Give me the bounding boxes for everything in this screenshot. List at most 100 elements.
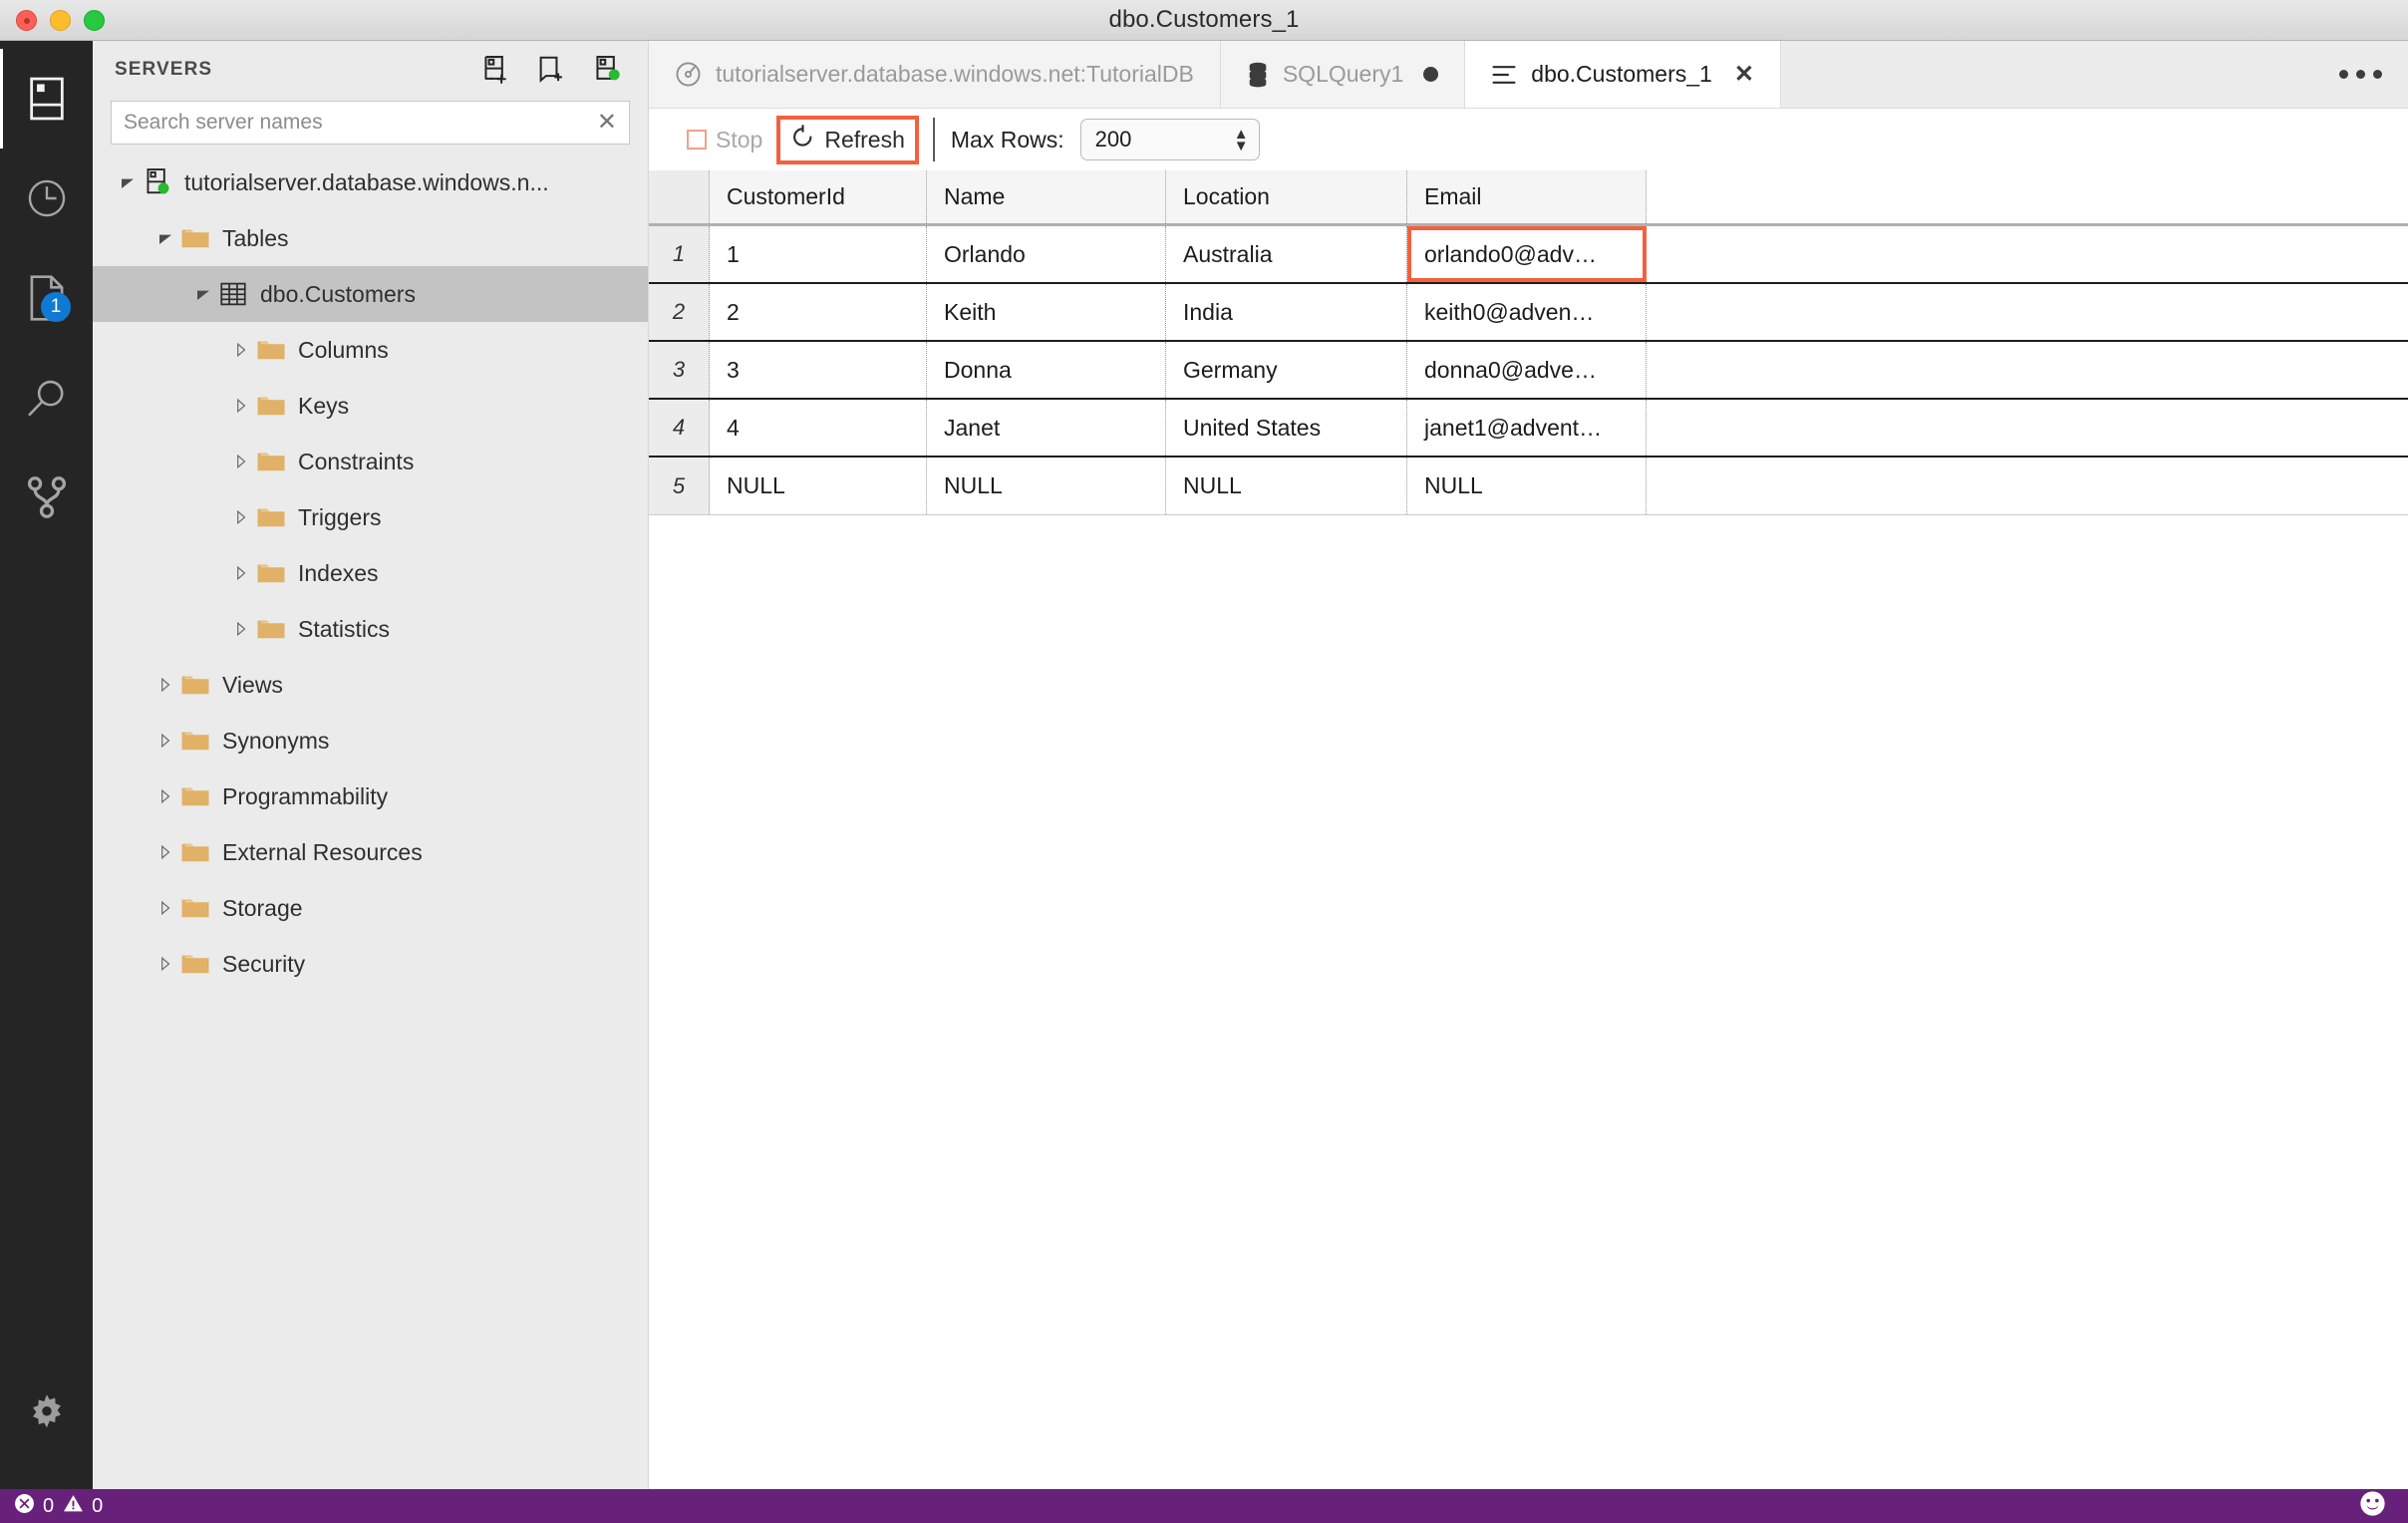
tree-item-synonyms[interactable]: Synonyms (93, 713, 648, 768)
table-row[interactable]: 4 4 Janet United States janet1@advent… (649, 400, 2408, 457)
tree-item-constraints[interactable]: Constraints (93, 434, 648, 489)
chevron-down-icon[interactable] (115, 174, 141, 190)
status-right (2359, 1490, 2408, 1523)
grid-cell[interactable]: Germany (1166, 342, 1407, 398)
chevron-down-icon[interactable] (152, 230, 178, 246)
tree-item-label: Security (222, 950, 306, 977)
warning-status[interactable]: 0 (63, 1493, 103, 1520)
tab-label: dbo.Customers_1 (1531, 61, 1712, 87)
chevron-right-icon[interactable] (228, 342, 254, 358)
grid-cell[interactable]: India (1166, 284, 1407, 340)
more-actions-icon[interactable] (2339, 70, 2382, 79)
refresh-button[interactable]: Refresh (776, 115, 919, 164)
grid-cell[interactable]: 3 (710, 342, 927, 398)
grid-cell[interactable]: NULL (1166, 457, 1407, 514)
grid-cell[interactable]: Janet (927, 400, 1166, 456)
tree-item-statistics[interactable]: Statistics (93, 601, 648, 657)
stop-icon (687, 130, 707, 150)
chevron-right-icon[interactable] (152, 900, 178, 916)
folder-icon (254, 561, 288, 585)
column-header-name[interactable]: Name (927, 170, 1166, 223)
grid-cell[interactable]: NULL (710, 457, 927, 514)
clear-search-icon[interactable]: ✕ (595, 111, 619, 135)
chevron-right-icon[interactable] (152, 788, 178, 804)
table-row[interactable]: 1 1 Orlando Australia orlando0@adv… (649, 226, 2408, 284)
grid-cell[interactable]: Donna (927, 342, 1166, 398)
chevron-right-icon[interactable] (152, 677, 178, 693)
tree-item-tutorialserver-database-windows-n[interactable]: tutorialserver.database.windows.n... (93, 154, 648, 210)
new-connection-icon[interactable] (480, 55, 510, 85)
activity-item-servers[interactable] (0, 49, 93, 149)
tree-item-views[interactable]: Views (93, 657, 648, 713)
grid-cell[interactable]: Keith (927, 284, 1166, 340)
grid-cell[interactable]: 4 (710, 400, 927, 456)
activity-item-manage[interactable] (0, 1364, 93, 1463)
grid-cell[interactable]: 1 (710, 226, 927, 282)
tree-item-dbo-customers[interactable]: dbo.Customers (93, 266, 648, 322)
folder-icon (254, 394, 288, 418)
activity-item-files[interactable]: 1 (0, 248, 93, 348)
tree-item-keys[interactable]: Keys (93, 378, 648, 434)
close-tab-icon[interactable]: ✕ (1734, 60, 1754, 89)
tree-item-label: Storage (222, 894, 303, 921)
column-header-email[interactable]: Email (1407, 170, 1647, 223)
chevron-right-icon[interactable] (228, 621, 254, 637)
new-server-group-icon[interactable] (536, 55, 566, 85)
grid-cell[interactable]: United States (1166, 400, 1407, 456)
folder-icon (178, 729, 212, 753)
grid-cell[interactable]: NULL (927, 457, 1166, 514)
grid-cell[interactable]: donna0@adve… (1407, 342, 1647, 398)
chevron-right-icon[interactable] (228, 454, 254, 469)
show-active-connections-icon[interactable] (592, 55, 622, 85)
table-row[interactable]: 3 3 Donna Germany donna0@adve… (649, 342, 2408, 400)
chevron-right-icon[interactable] (152, 844, 178, 860)
tab-dashboard[interactable]: tutorialserver.database.windows.net:Tuto… (649, 41, 1221, 108)
table-row[interactable]: 2 2 Keith India keith0@adven… (649, 284, 2408, 342)
activity-item-history[interactable] (0, 149, 93, 248)
tree-item-programmability[interactable]: Programmability (93, 768, 648, 824)
grid-cell[interactable]: 2 (710, 284, 927, 340)
tab-dirty-indicator[interactable] (1423, 67, 1439, 82)
tab-dbo-customers-1[interactable]: dbo.Customers_1 ✕ (1465, 41, 1781, 108)
grid-cell[interactable]: janet1@advent… (1407, 400, 1647, 456)
max-rows-stepper[interactable]: 200 ▲ ▼ (1079, 119, 1260, 160)
gear-icon (25, 1391, 69, 1435)
chevron-right-icon[interactable] (228, 509, 254, 525)
table-row[interactable]: 5 NULL NULL NULL NULL (649, 457, 2408, 515)
grid-corner-cell (649, 170, 710, 223)
column-header-location[interactable]: Location (1166, 170, 1407, 223)
grid-cell[interactable]: orlando0@adv… (1407, 226, 1647, 282)
tabbar-filler (1780, 41, 2408, 108)
tree-item-indexes[interactable]: Indexes (93, 545, 648, 601)
smiley-icon[interactable] (2359, 1490, 2386, 1523)
row-number: 1 (649, 226, 710, 282)
chevron-right-icon[interactable] (228, 398, 254, 414)
tree-item-storage[interactable]: Storage (93, 880, 648, 936)
warning-icon (63, 1493, 84, 1520)
grid-cell[interactable]: Orlando (927, 226, 1166, 282)
search-input[interactable] (124, 111, 595, 135)
error-status[interactable]: 0 (14, 1493, 54, 1520)
chevron-right-icon[interactable] (228, 565, 254, 581)
grid-cell[interactable]: keith0@adven… (1407, 284, 1647, 340)
chevron-right-icon[interactable] (152, 733, 178, 749)
search-server-names-box[interactable]: ✕ (111, 101, 630, 145)
grid-cell[interactable]: Australia (1166, 226, 1407, 282)
chevron-right-icon[interactable] (152, 956, 178, 972)
tree-item-tables[interactable]: Tables (93, 210, 648, 266)
stepper-arrows-icon[interactable]: ▲ ▼ (1234, 127, 1249, 153)
stop-button[interactable]: Stop (677, 122, 772, 158)
tree-item-triggers[interactable]: Triggers (93, 489, 648, 545)
activity-item-search[interactable] (0, 348, 93, 448)
chevron-down-icon[interactable] (190, 286, 216, 302)
column-header-customerid[interactable]: CustomerId (710, 170, 927, 223)
tree-item-label: Statistics (298, 615, 391, 642)
tab-sqlquery1[interactable]: SQLQuery1 (1220, 41, 1466, 108)
search-icon (25, 376, 69, 420)
grid-cell[interactable]: NULL (1407, 457, 1647, 514)
tree-item-external-resources[interactable]: External Resources (93, 824, 648, 880)
tree-item-columns[interactable]: Columns (93, 322, 648, 378)
activity-item-source-control[interactable] (0, 448, 93, 547)
activity-bar: 1 (0, 41, 93, 1489)
tree-item-security[interactable]: Security (93, 936, 648, 992)
